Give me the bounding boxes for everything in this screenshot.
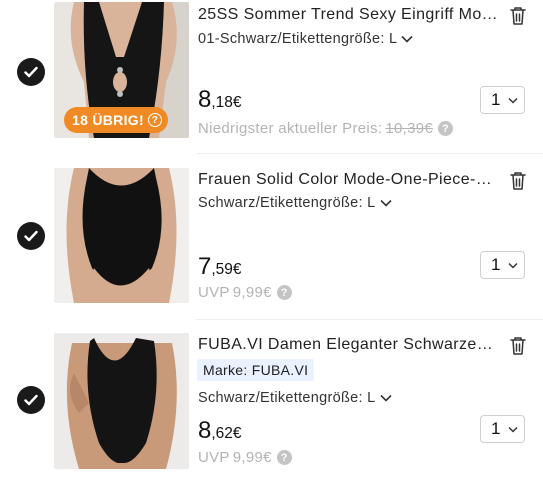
trash-icon[interactable] [509,336,527,356]
variant-selector[interactable]: Schwarz/Etikettengröße: L [198,195,392,211]
product-image[interactable]: 18 ÜBRIG! ? [54,2,189,138]
trash-icon[interactable] [509,6,527,26]
product-image[interactable] [54,168,189,303]
trash-icon[interactable] [509,171,527,191]
check-icon [24,230,38,242]
price: 8,18€ [198,86,242,113]
cart-item-2: Frauen Solid Color Mode-One-Piece-… Schw… [0,160,543,310]
question-icon: ? [147,113,162,127]
product-image[interactable] [54,333,189,469]
price: 7,59€ [198,253,242,280]
divider [196,153,543,154]
divider [196,319,543,320]
question-icon[interactable]: ? [276,285,292,300]
question-icon[interactable]: ? [438,121,453,136]
select-checkbox[interactable] [17,222,45,250]
chevron-down-icon [401,35,413,43]
cart-item-3: FUBA.VI Damen Eleganter Schwarzer… Marke… [0,325,543,480]
product-title[interactable]: FUBA.VI Damen Eleganter Schwarzer… [198,336,498,354]
chevron-down-icon [508,97,518,104]
quantity-select[interactable]: 1 [480,251,525,279]
variant-selector[interactable]: Schwarz/Etikettengröße: L [198,390,392,406]
product-title[interactable]: 25SS Sommer Trend Sexy Eingriff Mo… [198,6,498,24]
lowest-price-note: Niedrigster aktueller Preis: 10,39€ ? [198,120,453,137]
stock-badge: 18 ÜBRIG! ? [64,107,168,133]
variant-selector[interactable]: 01-Schwarz/Etikettengröße: L [198,31,413,47]
quantity-select[interactable]: 1 [480,86,525,114]
price: 8,62€ [198,417,242,444]
chevron-down-icon [379,394,392,402]
check-icon [24,66,38,78]
select-checkbox[interactable] [17,386,45,414]
chevron-down-icon [508,426,518,433]
quantity-select[interactable]: 1 [480,415,525,443]
brand-tag[interactable]: Marke: FUBA.VI [197,359,315,381]
cart-item-1: 18 ÜBRIG! ? 25SS Sommer Trend Sexy Eingr… [0,0,543,150]
select-checkbox[interactable] [17,58,45,86]
chevron-down-icon [379,199,392,207]
msrp-note: UVP 9,99€ ? [198,449,292,466]
question-icon[interactable]: ? [276,450,292,465]
chevron-down-icon [508,262,518,269]
check-icon [24,394,38,406]
product-title[interactable]: Frauen Solid Color Mode-One-Piece-… [198,171,498,189]
msrp-note: UVP 9,99€ ? [198,284,292,301]
